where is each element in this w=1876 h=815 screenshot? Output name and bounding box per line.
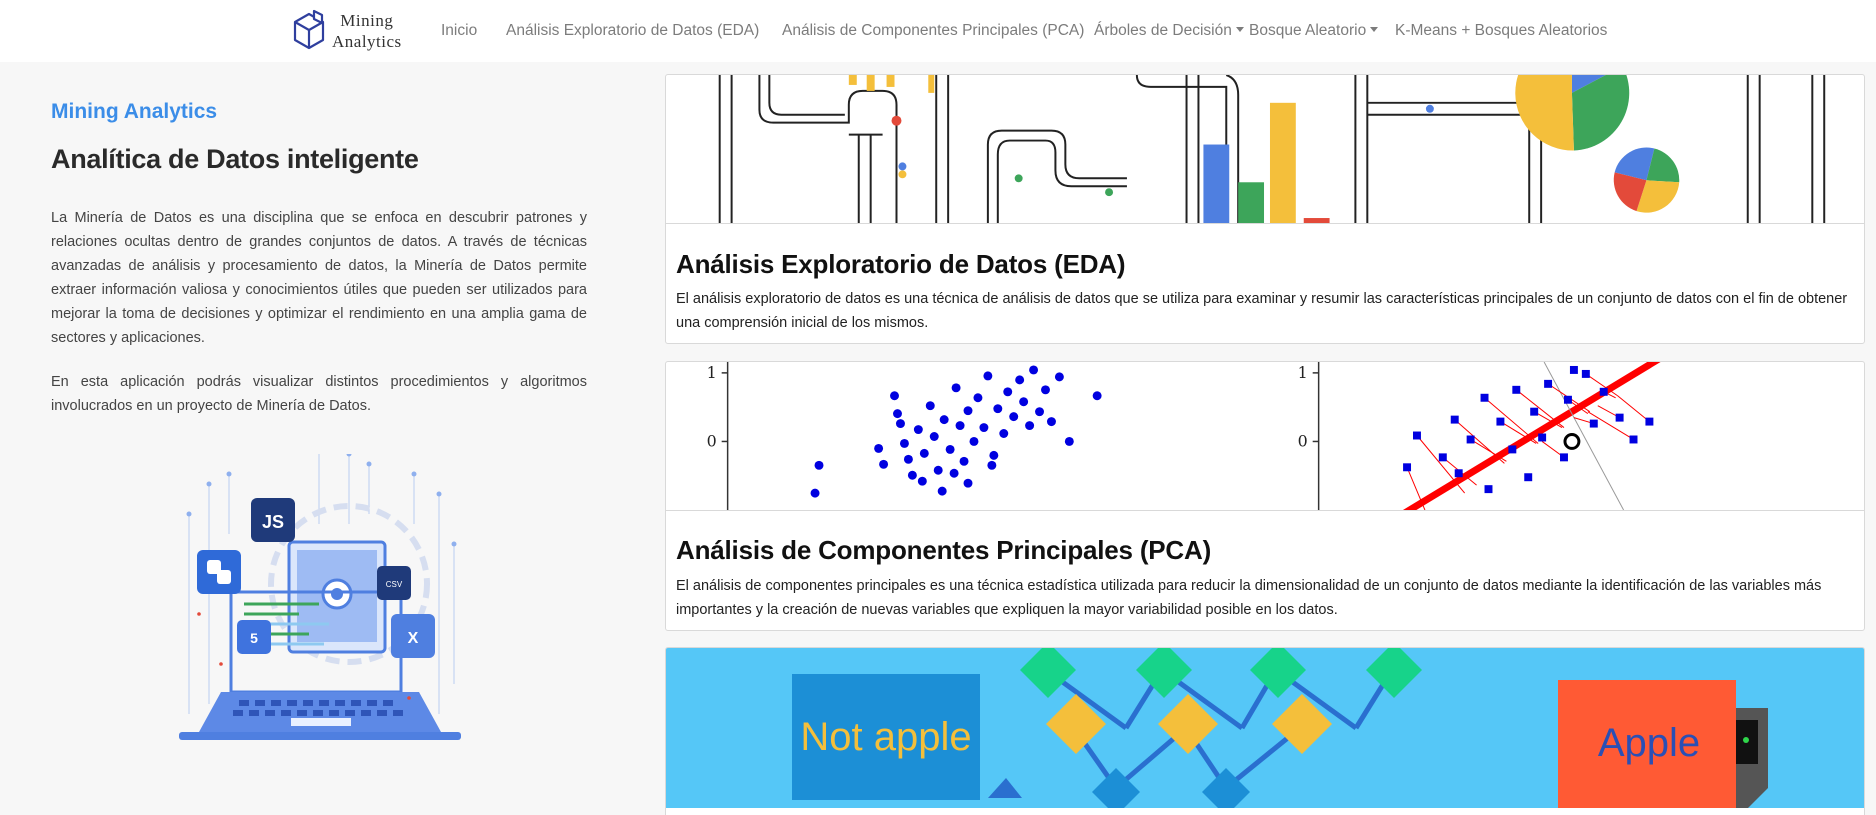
nav-item-label: Bosque Aleatorio: [1249, 22, 1367, 39]
eda-card-image: [666, 75, 1864, 224]
nav-item-kmeans[interactable]: K-Means + Bosques Aleatorios: [1395, 22, 1607, 40]
brand-line-2: Analytics: [332, 32, 402, 51]
nav-item-label: Árboles de Decisión: [1094, 22, 1232, 39]
nav-item-arboles-dropdown[interactable]: Árboles de Decisión: [1094, 22, 1244, 40]
pca-card-image: 1 0 1 0: [666, 362, 1864, 511]
nav-item-label: Análisis Exploratorio de Datos (EDA): [506, 22, 760, 39]
decision-tree-card-image: Not apple Apple: [666, 648, 1864, 808]
not-apple-label: Not apple: [800, 715, 971, 759]
nav-item-bosque-dropdown[interactable]: Bosque Aleatorio: [1249, 22, 1379, 40]
pca-left-tick-mid: 0: [707, 431, 717, 450]
brand-home-link[interactable]: Mining Analytics: [292, 8, 402, 54]
nav-item-label: K-Means + Bosques Aleatorios: [1395, 22, 1608, 39]
nav-item-label: Análisis de Componentes Principales (PCA…: [782, 22, 1085, 39]
caret-down-icon: [1235, 27, 1244, 32]
apple-label: Apple: [1598, 721, 1700, 765]
nav-item-label: Inicio: [441, 22, 478, 39]
laptop-data-illustration: JS 5 CSV X: [179, 454, 461, 740]
brand-line-1: Mining: [340, 11, 394, 30]
card-pca-text: El análisis de componentes principales e…: [676, 578, 1822, 618]
intro-headline: Analítica de Datos inteligente: [51, 144, 419, 174]
excel-badge-text: X: [408, 630, 419, 647]
html-badge-text: 5: [250, 630, 258, 646]
caret-down-icon: [1370, 27, 1379, 32]
card-eda[interactable]: Análisis Exploratorio de Datos (EDA) El …: [665, 74, 1865, 344]
cube-logo-icon: [293, 9, 325, 50]
card-decision-tree[interactable]: Not apple Apple: [665, 647, 1865, 815]
csv-badge-text: CSV: [386, 580, 403, 589]
card-pca-title: Análisis de Componentes Principales (PCA…: [676, 535, 1212, 565]
card-eda-title: Análisis Exploratorio de Datos (EDA): [676, 249, 1126, 279]
top-navbar: Mining Analytics Inicio Análisis Explora…: [0, 0, 1876, 62]
intro-paragraph-2: En esta aplicación podrás visualizar dis…: [51, 374, 587, 414]
pca-right-tick-top: 1: [1298, 363, 1308, 382]
card-eda-text: El análisis exploratorio de datos es una…: [676, 291, 1848, 331]
pca-right-tick-mid: 0: [1298, 431, 1308, 450]
nav-item-inicio[interactable]: Inicio: [441, 22, 477, 40]
intro-paragraph-1: La Minería de Datos es una disciplina qu…: [51, 210, 587, 346]
nav-item-pca[interactable]: Análisis de Componentes Principales (PCA…: [782, 22, 1084, 40]
intro-kicker: Mining Analytics: [51, 100, 218, 123]
js-badge-text: JS: [262, 512, 284, 532]
pca-left-tick-top: 1: [707, 363, 717, 382]
nav-item-eda[interactable]: Análisis Exploratorio de Datos (EDA): [506, 22, 759, 40]
card-pca[interactable]: 1 0 1 0 Análisis de Componentes Principa…: [665, 361, 1865, 631]
brand-name: Mining Analytics: [332, 10, 402, 52]
